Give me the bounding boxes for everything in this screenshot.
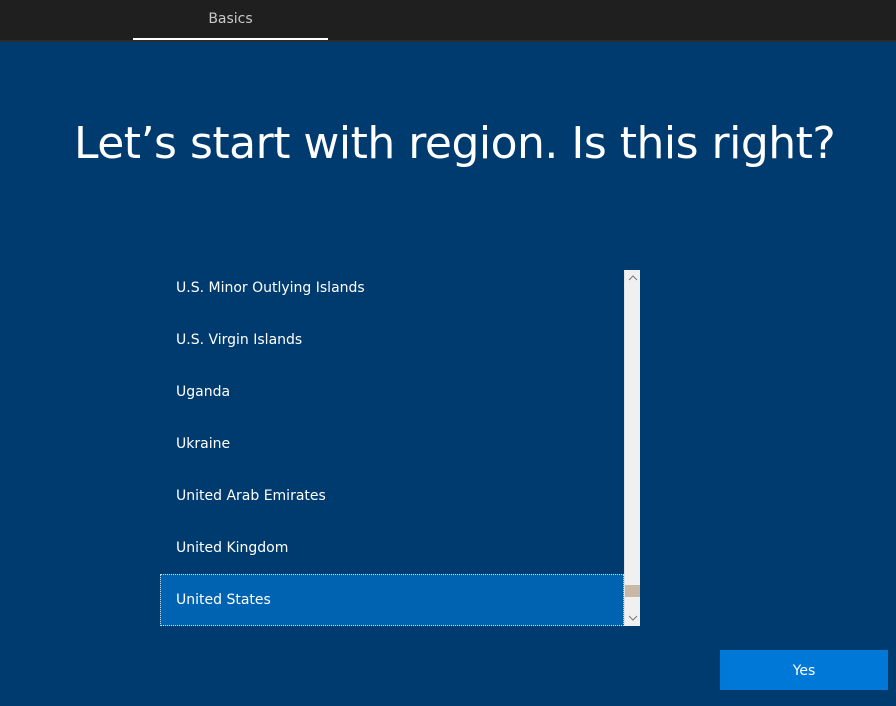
vertical-scrollbar[interactable] — [624, 270, 640, 626]
region-item[interactable]: U.S. Virgin Islands — [160, 314, 624, 366]
top-bar: Basics — [0, 0, 896, 40]
tab-basics[interactable]: Basics — [133, 0, 328, 40]
top-bar-divider — [0, 40, 896, 42]
page-title: Let’s start with region. Is this right? — [74, 118, 836, 169]
chevron-up-icon[interactable] — [625, 270, 640, 286]
region-item[interactable]: U.S. Minor Outlying Islands — [160, 270, 624, 314]
scroll-thumb[interactable] — [625, 585, 640, 597]
chevron-down-icon[interactable] — [625, 610, 640, 626]
region-listbox[interactable]: U.S. Minor Outlying Islands U.S. Virgin … — [160, 270, 640, 626]
region-item[interactable]: United Kingdom — [160, 522, 624, 574]
region-item[interactable]: United Arab Emirates — [160, 470, 624, 522]
region-item[interactable]: Ukraine — [160, 418, 624, 470]
region-item[interactable]: Uganda — [160, 366, 624, 418]
yes-button[interactable]: Yes — [720, 650, 888, 690]
region-item-selected[interactable]: United States — [160, 574, 624, 626]
region-list: U.S. Minor Outlying Islands U.S. Virgin … — [160, 270, 624, 626]
